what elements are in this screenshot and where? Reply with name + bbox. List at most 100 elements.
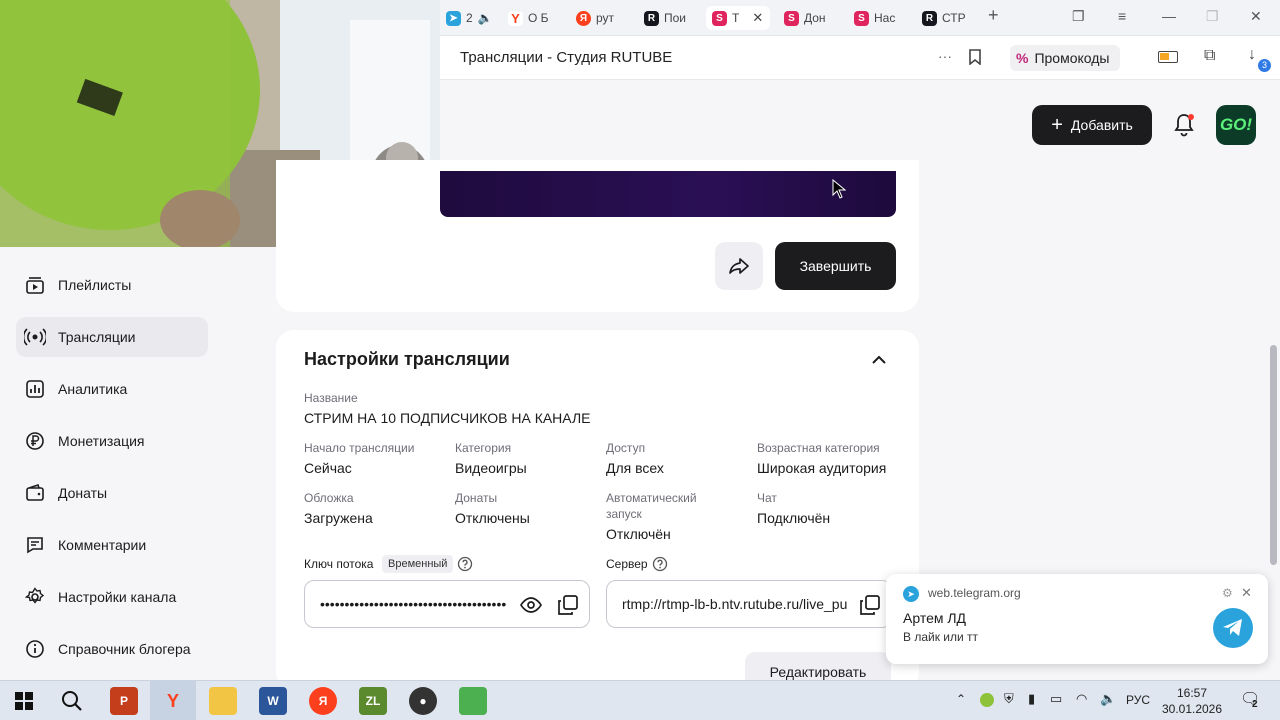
file-explorer-icon[interactable] <box>209 687 237 715</box>
speaker-icon: 🔈 <box>477 11 490 25</box>
speaker-icon[interactable]: 🔈 <box>1100 691 1116 707</box>
usb-icon[interactable]: ▮ <box>1028 691 1035 707</box>
broadcast-icon <box>24 326 46 348</box>
bell-icon[interactable] <box>1172 112 1196 138</box>
browser-tab[interactable]: R Пои <box>638 6 694 30</box>
word-icon[interactable]: W <box>259 687 287 715</box>
comment-icon <box>24 534 46 556</box>
playlist-icon <box>24 274 46 296</box>
add-button[interactable]: + Добавить <box>1032 105 1152 145</box>
obs-icon[interactable]: ● <box>409 687 437 715</box>
language-indicator[interactable]: РУС <box>1126 693 1150 707</box>
cover-label: Обложка <box>304 491 354 505</box>
chevron-up-icon[interactable] <box>870 351 888 369</box>
more-icon[interactable]: ··· <box>938 48 952 64</box>
close-tab-icon[interactable]: ✕ <box>752 10 763 26</box>
ruble-icon <box>24 430 46 452</box>
wifi-icon[interactable]: ◠ <box>1076 691 1087 707</box>
name-value: СТРИМ НА 10 ПОДПИСЧИКОВ НА КАНАЛЕ <box>304 410 591 426</box>
address-bar[interactable]: Трансляции - Студия RUTUBE ··· % Промоко… <box>440 36 1280 80</box>
category-value: Видеоигры <box>455 460 527 476</box>
bookmark-icon[interactable] <box>968 49 982 70</box>
access-label: Доступ <box>606 441 646 455</box>
menu-icon[interactable]: ≡ <box>1118 8 1126 24</box>
tray-app-icon[interactable] <box>980 693 994 707</box>
browser-tab[interactable]: ➤ 2 🔈 <box>440 6 490 30</box>
chat-value: Подключён <box>757 510 831 526</box>
powerpoint-icon[interactable]: P <box>110 687 138 715</box>
browser-tab[interactable]: S Нас <box>848 6 904 30</box>
donates-value: Отключены <box>455 510 530 526</box>
settings-gear-icon[interactable]: ⚙ <box>1222 586 1233 600</box>
studio-icon: S <box>712 10 727 26</box>
clock-date: 30.01.2026 <box>1161 702 1223 716</box>
browser-tab[interactable]: R СТР <box>916 6 974 30</box>
zona-icon[interactable]: ZL <box>359 687 387 715</box>
sidebar-item-label: Справочник блогера <box>58 641 191 657</box>
collections-icon[interactable]: ❐ <box>1072 8 1085 25</box>
sidebar-item-label: Монетизация <box>58 433 145 449</box>
close-window-icon[interactable]: ✕ <box>1250 8 1262 25</box>
sidebar-item-playlists[interactable]: Плейлисты <box>16 265 208 305</box>
sidebar-item-broadcasts[interactable]: Трансляции <box>16 317 208 357</box>
help-icon[interactable] <box>652 556 668 572</box>
telegram-icon: ➤ <box>903 586 919 602</box>
plus-icon: + <box>1051 114 1063 136</box>
download-icon[interactable]: ↓ <box>1248 46 1256 64</box>
restore-icon[interactable]: ❐ <box>1206 8 1219 25</box>
browser-tab[interactable]: Я рут <box>570 6 626 30</box>
promo-button[interactable]: % Промокоды <box>1010 45 1120 71</box>
close-icon[interactable]: ✕ <box>1241 585 1252 601</box>
windows-start-icon[interactable] <box>10 687 38 715</box>
avatar[interactable]: GO! <box>1216 105 1256 145</box>
stream-key-field[interactable]: •••••••••••••••••••••••••••••••••••••• <box>304 580 590 628</box>
copy-icon[interactable] <box>859 594 881 621</box>
sidebar-item-label: Трансляции <box>58 329 136 345</box>
name-label: Название <box>304 391 358 405</box>
sidebar-item-blogger-guide[interactable]: Справочник блогера <box>16 629 208 669</box>
rutube-icon: R <box>922 10 937 26</box>
clock[interactable]: 16:57 30.01.2026 <box>1160 685 1224 717</box>
sidebar-item-analytics[interactable]: Аналитика <box>16 369 208 409</box>
tab-label: СТР <box>942 11 966 25</box>
copy-icon[interactable] <box>557 594 579 621</box>
wallet-icon <box>24 482 46 504</box>
yandex-browser-icon[interactable]: Y <box>159 687 187 715</box>
sidebar-item-monetization[interactable]: Монетизация <box>16 421 208 461</box>
battery-icon[interactable] <box>1158 51 1178 63</box>
browser-tab[interactable]: Y О Б <box>502 6 558 30</box>
search-icon[interactable] <box>58 687 86 715</box>
share-button[interactable] <box>715 242 763 290</box>
sidebar-item-comments[interactable]: Комментарии <box>16 525 208 565</box>
gear-icon <box>24 586 46 608</box>
telegram-notification[interactable]: ➤ web.telegram.org ⚙ ✕ Артем ЛД В лайк и… <box>886 574 1268 664</box>
start-value: Сейчас <box>304 460 352 476</box>
stream-key-value: •••••••••••••••••••••••••••••••••••••• <box>320 596 507 612</box>
percent-icon: % <box>1016 50 1029 66</box>
notification-title: Артем ЛД <box>903 610 967 626</box>
chevron-up-icon[interactable]: ⌃ <box>956 692 966 706</box>
cover-value: Загружена <box>304 510 373 526</box>
page-title: Трансляции - Студия RUTUBE <box>460 49 673 66</box>
battery-icon[interactable]: ▭ <box>1050 691 1062 707</box>
server-label: Сервер <box>606 557 648 571</box>
new-tab-icon[interactable]: + <box>988 5 999 26</box>
tab-label: Т <box>732 11 740 25</box>
browser-tab[interactable]: S Дон <box>778 6 834 30</box>
eye-icon[interactable] <box>520 595 542 620</box>
access-value: Для всех <box>606 460 664 476</box>
server-field[interactable]: rtmp://rtmp-lb-b.ntv.rutube.ru/live_pu <box>606 580 892 628</box>
minimize-icon[interactable]: — <box>1162 8 1176 24</box>
sidebar-item-channel-settings[interactable]: Настройки канала <box>16 577 208 617</box>
minecraft-icon[interactable] <box>459 687 487 715</box>
extensions-icon[interactable]: ⧉ <box>1204 47 1215 65</box>
clock-time: 16:57 <box>1176 686 1208 700</box>
help-icon[interactable] <box>457 556 473 572</box>
finish-stream-button[interactable]: Завершить <box>775 242 896 290</box>
shield-icon[interactable]: ⛨ <box>1004 691 1014 707</box>
sidebar-item-donates[interactable]: Донаты <box>16 473 208 513</box>
yandex-icon[interactable]: Я <box>309 687 337 715</box>
scrollbar-thumb[interactable] <box>1270 345 1277 565</box>
browser-tab-active[interactable]: S Т ✕ <box>706 6 770 30</box>
donates-label: Донаты <box>455 491 498 505</box>
